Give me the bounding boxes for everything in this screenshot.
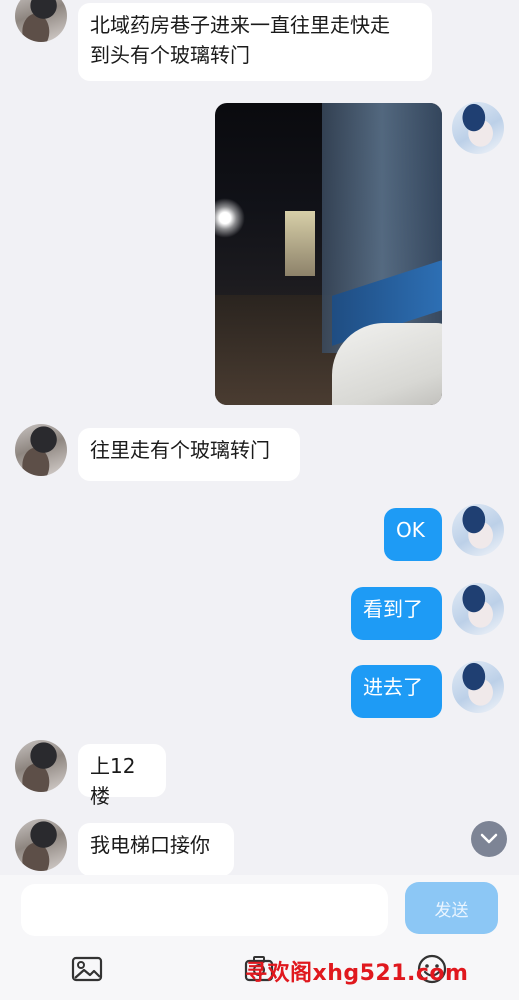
image-icon[interactable] (70, 952, 104, 986)
incoming-message: 我电梯口接你 (78, 823, 234, 875)
my-avatar[interactable] (452, 102, 504, 154)
sent-photo[interactable] (215, 103, 442, 405)
incoming-message: 北域药房巷子进来一直往里走快走 到头有个玻璃转门 (78, 3, 432, 81)
incoming-message: 往里走有个玻璃转门 (78, 428, 300, 481)
contact-avatar[interactable] (15, 424, 67, 476)
scroll-to-bottom-button[interactable] (471, 821, 507, 857)
incoming-message: 上12楼 (78, 744, 166, 808)
outgoing-message: 进去了 (351, 665, 442, 718)
message-input[interactable] (21, 884, 388, 936)
contact-avatar[interactable] (15, 740, 67, 792)
watermark: 寻欢阁xhg521.com (245, 961, 469, 986)
my-avatar[interactable] (452, 504, 504, 556)
my-avatar[interactable] (452, 583, 504, 635)
contact-avatar[interactable] (15, 0, 67, 42)
send-button[interactable]: 发送 (405, 882, 498, 934)
my-avatar[interactable] (452, 661, 504, 713)
message-line: 到头有个玻璃转门 (90, 43, 250, 67)
outgoing-message: OK (384, 508, 442, 561)
message-line: 北域药房巷子进来一直往里走快走 (90, 13, 390, 37)
contact-avatar[interactable] (15, 819, 67, 871)
chevron-down-icon (480, 833, 498, 844)
outgoing-message: 看到了 (351, 587, 442, 640)
chat-area[interactable]: 北域药房巷子进来一直往里走快走 到头有个玻璃转门 往里走有个玻璃转门 OK 看到… (0, 0, 519, 875)
